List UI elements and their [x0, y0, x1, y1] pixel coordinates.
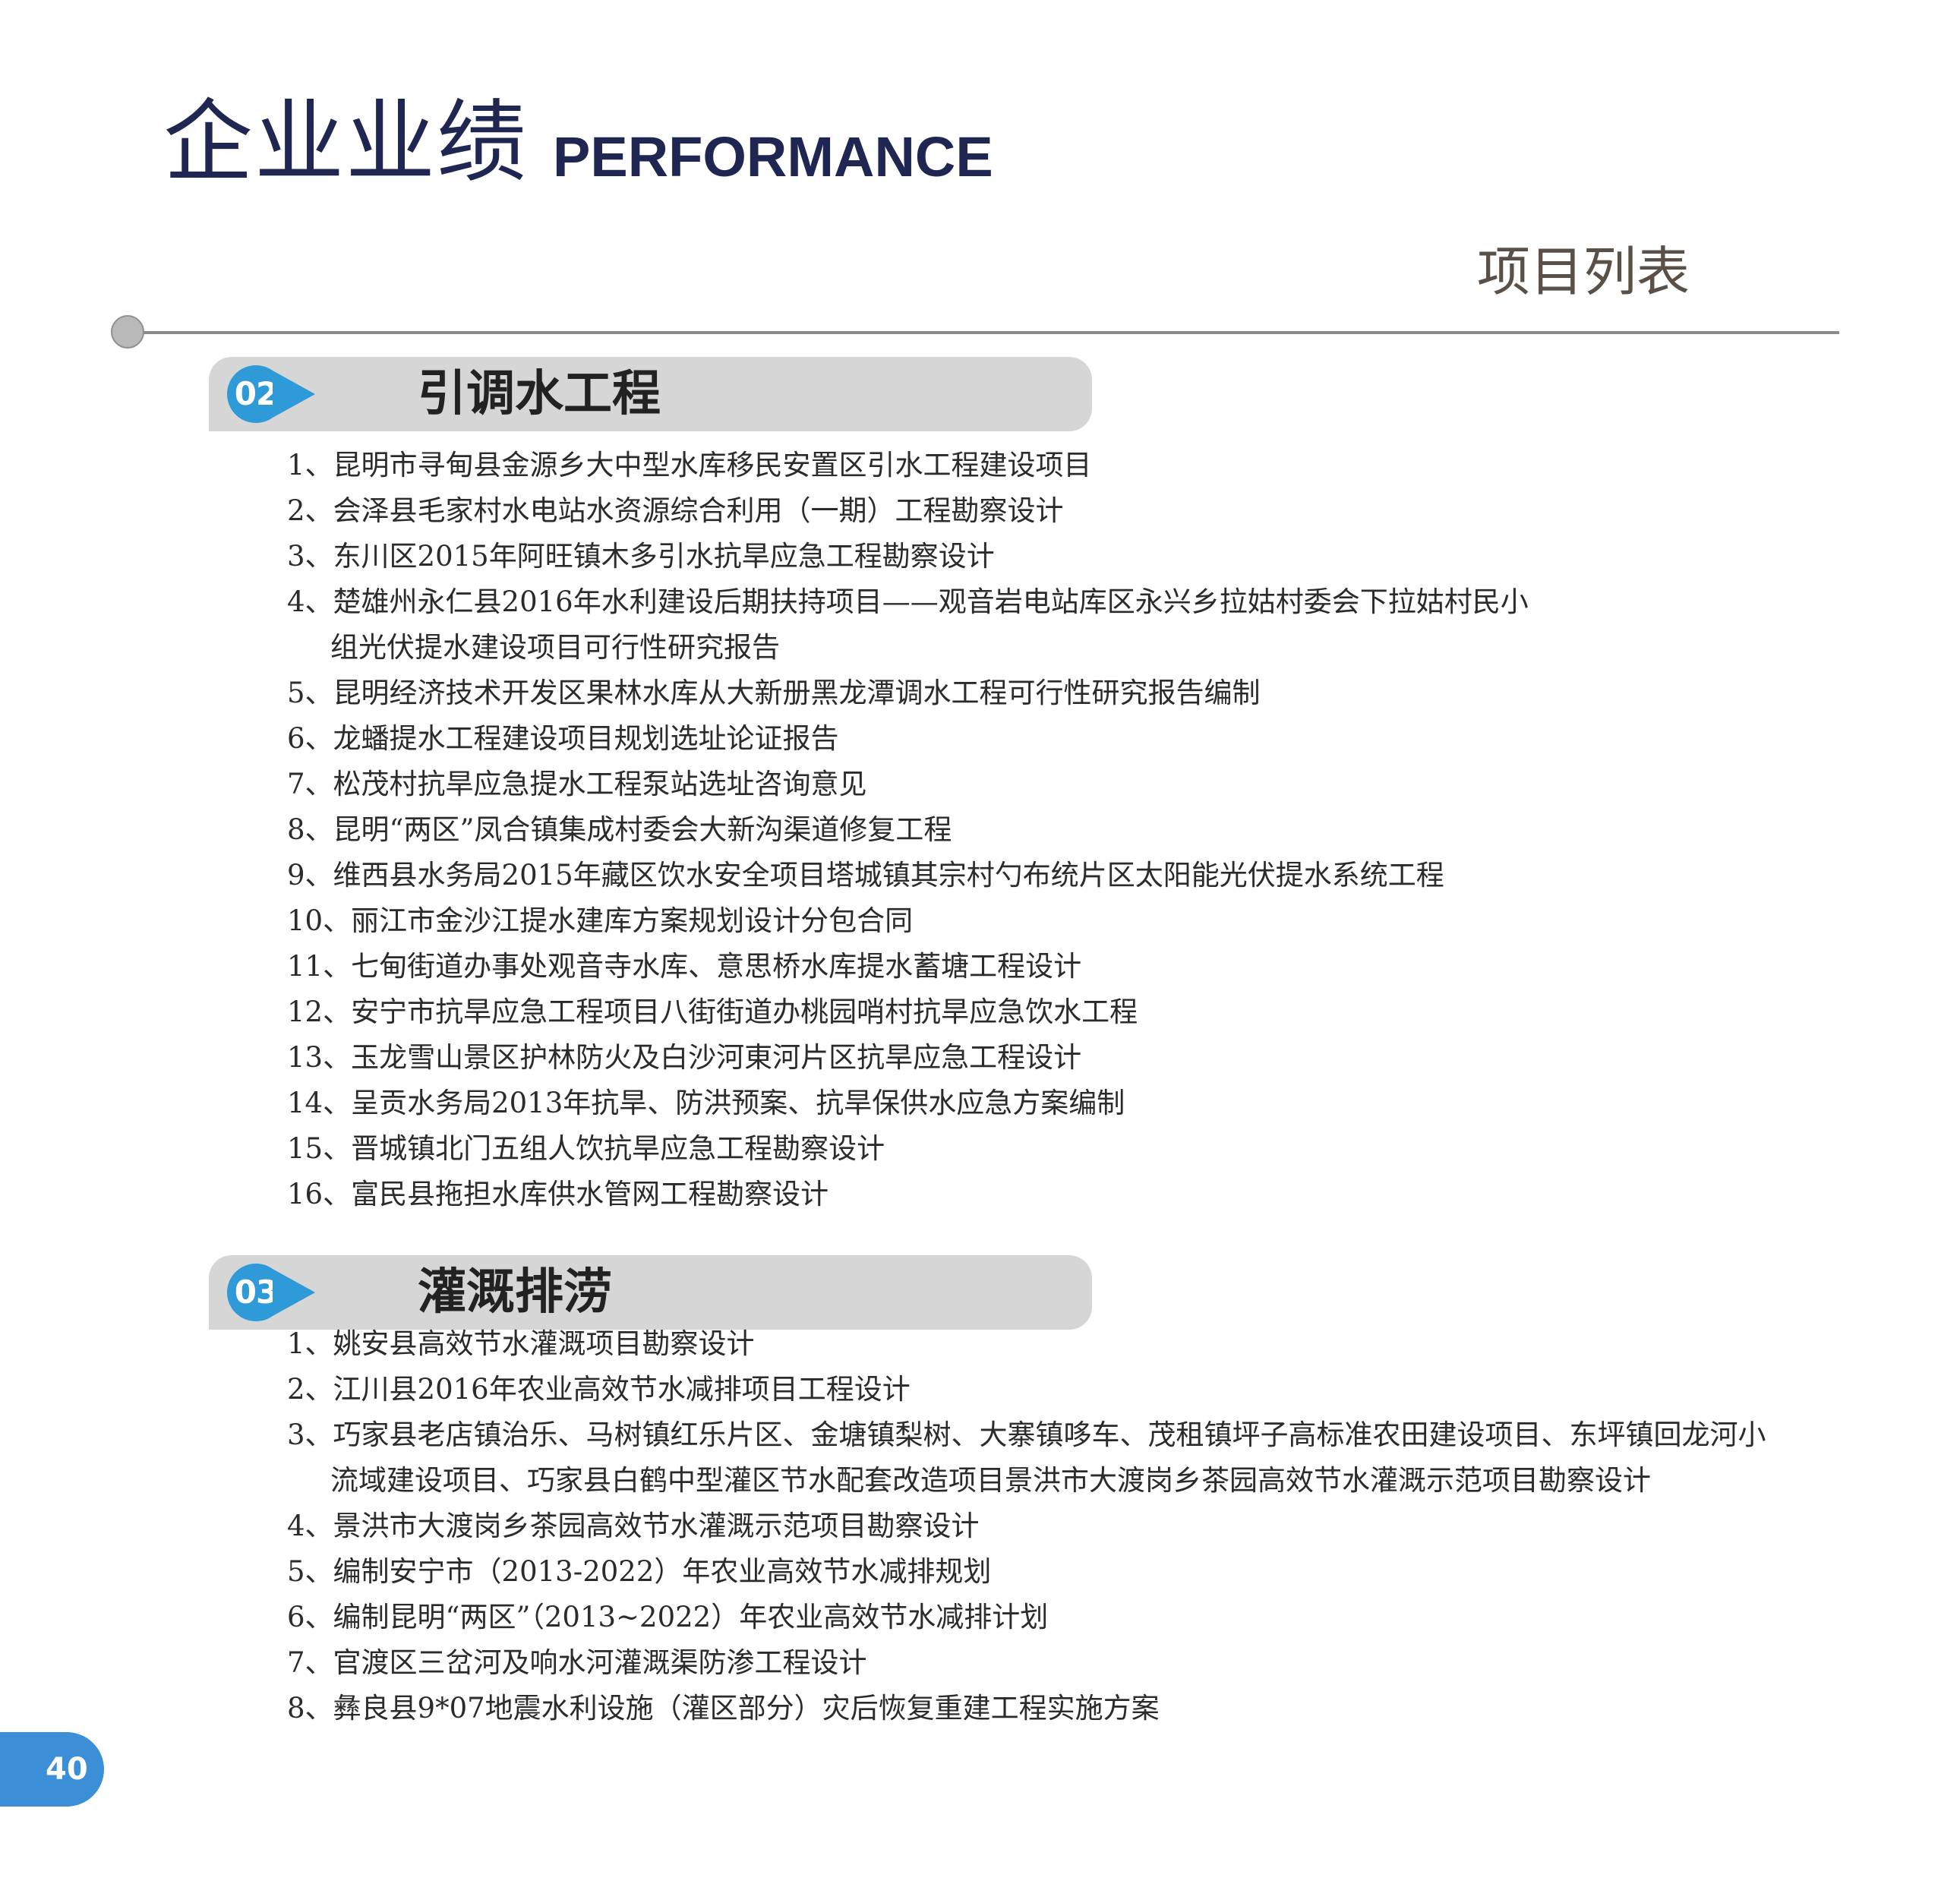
item-number: 4、	[287, 585, 333, 618]
item-number: 5、	[287, 677, 333, 709]
item-text: 昆明市寻甸县金源乡大中型水库移民安置区引水工程建设项目	[333, 449, 1092, 481]
list-item: 12、安宁市抗旱应急工程项目八街街道办桃园哨村抗旱应急饮水工程	[287, 989, 1851, 1035]
page-subtitle: 项目列表	[1477, 241, 1690, 303]
item-text: 东川区2015年阿旺镇木多引水抗旱应急工程勘察设计	[333, 540, 995, 573]
item-number: 6、	[287, 722, 333, 755]
item-number: 11、	[287, 950, 352, 983]
item-number: 1、	[287, 449, 333, 481]
item-text: 楚雄州永仁县2016年水利建设后期扶持项目——观音岩电站库区永兴乡拉姑村委会下拉…	[333, 585, 1529, 618]
section-list-02: 1、昆明市寻甸县金源乡大中型水库移民安置区引水工程建设项目 2、会泽县毛家村水电…	[287, 443, 1851, 1217]
list-item: 5、昆明经济技术开发区果林水库从大新册黑龙潭调水工程可行性研究报告编制	[287, 671, 1851, 716]
badge-arrow-icon	[273, 371, 315, 418]
item-text: 巧家县老店镇治乐、马树镇红乐片区、金塘镇梨树、大寨镇哆车、茂租镇坪子高标准农田建…	[333, 1419, 1766, 1451]
item-text: 昆明“两区”凤合镇集成村委会大新沟渠道修复工程	[333, 813, 952, 846]
section-header-03: 03 灌溉排涝	[209, 1255, 1092, 1330]
item-text: 官渡区三岔河及响水河灌溉渠防渗工程设计	[333, 1646, 867, 1679]
item-number: 8、	[287, 813, 333, 846]
section-list-03: 1、姚安县高效节水灌溉项目勘察设计 2、江川县2016年农业高效节水减排项目工程…	[287, 1321, 1851, 1731]
item-text: 玉龙雪山景区护林防火及白沙河東河片区抗旱应急工程设计	[351, 1041, 1082, 1074]
badge-arrow-icon	[273, 1269, 315, 1316]
item-text: 维西县水务局2015年藏区饮水安全项目塔城镇其宗村勺布统片区太阳能光伏提水系统工…	[333, 859, 1444, 892]
item-text: 安宁市抗旱应急工程项目八街街道办桃园哨村抗旱应急饮水工程	[351, 996, 1138, 1028]
list-item: 8、彝良县9*07地震水利设施（灌区部分）灾后恢复重建工程实施方案	[287, 1686, 1851, 1731]
item-text: 晋城镇北门五组人饮抗旱应急工程勘察设计	[351, 1132, 885, 1165]
list-item: 15、晋城镇北门五组人饮抗旱应急工程勘察设计	[287, 1126, 1851, 1172]
item-number: 2、	[287, 1373, 333, 1406]
list-item: 14、呈贡水务局2013年抗旱、防洪预案、抗旱保供水应急方案编制	[287, 1081, 1851, 1126]
item-text: 编制安宁市（2013-2022）年农业高效节水减排规划	[333, 1555, 992, 1588]
item-text: 会泽县毛家村水电站水资源综合利用（一期）工程勘察设计	[333, 494, 1064, 527]
list-item: 2、会泽县毛家村水电站水资源综合利用（一期）工程勘察设计	[287, 488, 1851, 534]
list-item: 11、七甸街道办事处观音寺水库、意思桥水库提水蓄塘工程设计	[287, 944, 1851, 989]
item-number: 13、	[287, 1041, 352, 1074]
header-rule-dot	[111, 315, 144, 349]
item-text: 龙蟠提水工程建设项目规划选址论证报告	[333, 722, 839, 755]
item-number: 2、	[287, 494, 333, 527]
item-number: 5、	[287, 1555, 333, 1588]
list-item: 7、官渡区三岔河及响水河灌溉渠防渗工程设计	[287, 1640, 1851, 1686]
item-text: 丽江市金沙江提水建库方案规划设计分包合同	[351, 904, 914, 937]
section-title-02: 引调水工程	[418, 366, 661, 422]
item-number: 16、	[287, 1178, 352, 1210]
item-number: 1、	[287, 1327, 333, 1360]
list-item: 4、景洪市大渡岗乡茶园高效节水灌溉示范项目勘察设计	[287, 1504, 1851, 1549]
section-title-03: 灌溉排涝	[418, 1264, 612, 1321]
item-text: 编制昆明“两区”（2013~2022）年农业高效节水减排计划	[333, 1601, 1049, 1633]
page-title-en: PERFORMANCE	[553, 125, 993, 188]
item-number: 15、	[287, 1132, 352, 1165]
item-text: 景洪市大渡岗乡茶园高效节水灌溉示范项目勘察设计	[333, 1510, 980, 1542]
item-text: 七甸街道办事处观音寺水库、意思桥水库提水蓄塘工程设计	[351, 950, 1082, 983]
list-item: 8、昆明“两区”凤合镇集成村委会大新沟渠道修复工程	[287, 807, 1851, 853]
item-number: 3、	[287, 1419, 333, 1451]
item-text: 姚安县高效节水灌溉项目勘察设计	[333, 1327, 755, 1360]
item-number: 10、	[287, 904, 352, 937]
item-number: 9、	[287, 859, 333, 892]
item-number: 7、	[287, 768, 333, 800]
list-item: 4、楚雄州永仁县2016年水利建设后期扶持项目——观音岩电站库区永兴乡拉姑村委会…	[287, 579, 1851, 671]
item-text: 彝良县9*07地震水利设施（灌区部分）灾后恢复重建工程实施方案	[333, 1692, 1160, 1725]
page-number: 40	[46, 1752, 88, 1787]
list-item: 13、玉龙雪山景区护林防火及白沙河東河片区抗旱应急工程设计	[287, 1035, 1851, 1081]
list-item: 16、富民县拖担水库供水管网工程勘察设计	[287, 1172, 1851, 1217]
list-item: 1、昆明市寻甸县金源乡大中型水库移民安置区引水工程建设项目	[287, 443, 1851, 488]
list-item: 5、编制安宁市（2013-2022）年农业高效节水减排规划	[287, 1549, 1851, 1595]
item-text: 富民县拖担水库供水管网工程勘察设计	[351, 1178, 829, 1210]
list-item: 3、巧家县老店镇治乐、马树镇红乐片区、金塘镇梨树、大寨镇哆车、茂租镇坪子高标准农…	[287, 1412, 1851, 1504]
item-number: 4、	[287, 1510, 333, 1542]
item-number: 14、	[287, 1087, 352, 1119]
page-title-cn: 企业业绩	[163, 90, 529, 194]
item-number: 12、	[287, 996, 352, 1028]
item-number: 8、	[287, 1692, 333, 1725]
header-rule	[129, 331, 1839, 334]
item-text-continued: 组光伏提水建设项目可行性研究报告	[330, 631, 780, 664]
item-text: 昆明经济技术开发区果林水库从大新册黑龙潭调水工程可行性研究报告编制	[333, 677, 1261, 709]
item-text: 呈贡水务局2013年抗旱、防洪预案、抗旱保供水应急方案编制	[351, 1087, 1125, 1119]
list-item: 3、东川区2015年阿旺镇木多引水抗旱应急工程勘察设计	[287, 534, 1851, 579]
item-text: 江川县2016年农业高效节水减排项目工程设计	[333, 1373, 911, 1406]
item-number: 6、	[287, 1601, 333, 1633]
list-item: 9、维西县水务局2015年藏区饮水安全项目塔城镇其宗村勺布统片区太阳能光伏提水系…	[287, 853, 1851, 898]
list-item: 1、姚安县高效节水灌溉项目勘察设计	[287, 1321, 1851, 1367]
page-number-tab: 40	[0, 1732, 104, 1807]
list-item: 7、松茂村抗旱应急提水工程泵站选址咨询意见	[287, 762, 1851, 807]
item-number: 3、	[287, 540, 333, 573]
item-text: 松茂村抗旱应急提水工程泵站选址咨询意见	[333, 768, 867, 800]
list-item: 6、龙蟠提水工程建设项目规划选址论证报告	[287, 716, 1851, 762]
item-number: 7、	[287, 1646, 333, 1679]
list-item: 2、江川县2016年农业高效节水减排项目工程设计	[287, 1367, 1851, 1412]
list-item: 10、丽江市金沙江提水建库方案规划设计分包合同	[287, 898, 1851, 944]
section-header-02: 02 引调水工程	[209, 357, 1092, 431]
list-item: 6、编制昆明“两区”（2013~2022）年农业高效节水减排计划	[287, 1595, 1851, 1640]
item-text-continued: 流域建设项目、巧家县白鹤中型灌区节水配套改造项目景洪市大渡岗乡茶园高效节水灌溉示…	[330, 1464, 1651, 1497]
